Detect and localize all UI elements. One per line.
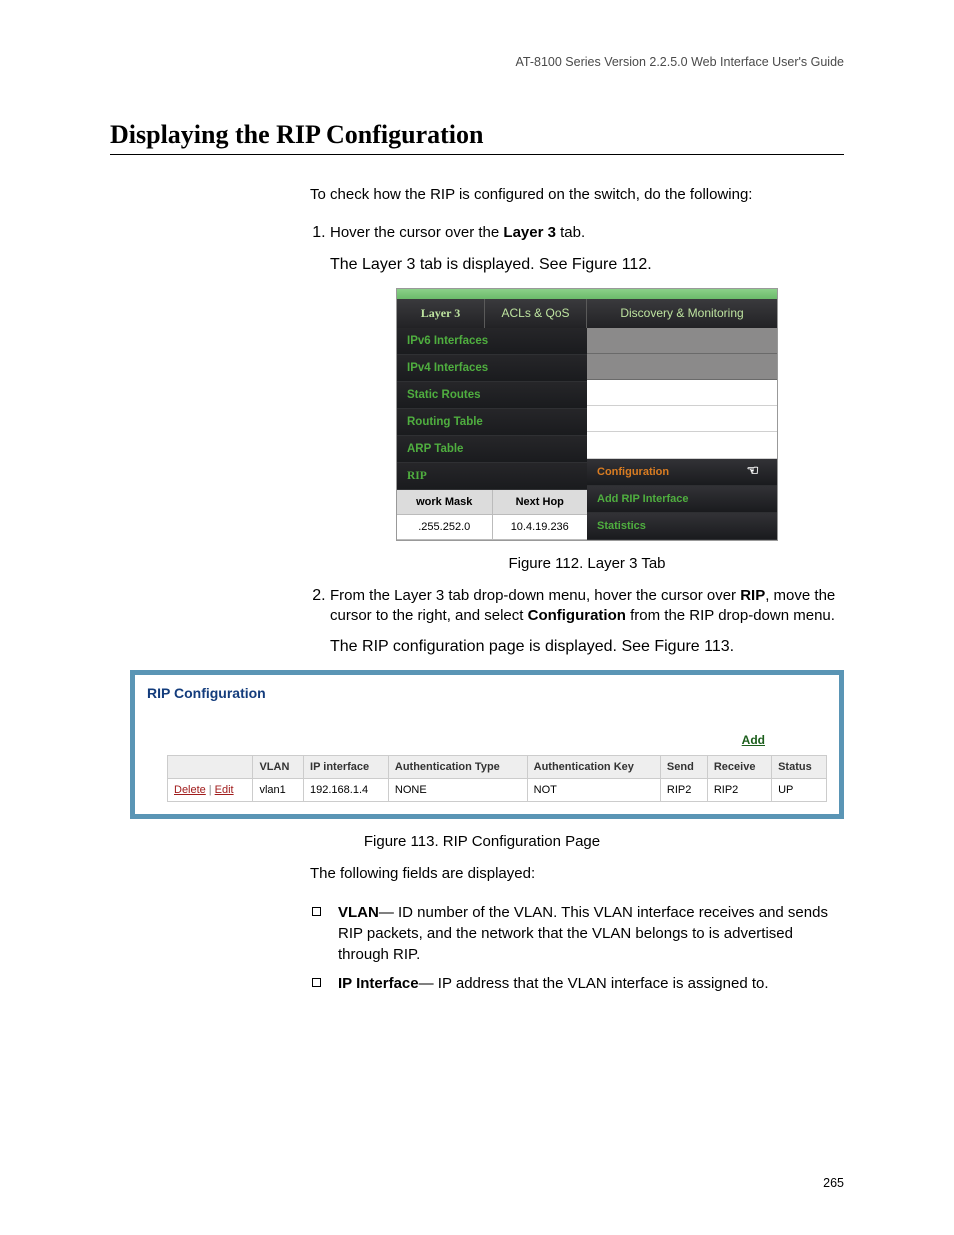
cursor-icon: ☜ (746, 462, 759, 479)
field-vlan-desc: — ID number of the VLAN. This VLAN inter… (338, 904, 828, 963)
following-fields-text: The following fields are displayed: (310, 864, 844, 884)
page-number: 265 (823, 1176, 844, 1190)
col-vlan: VLAN (253, 756, 304, 779)
rip-sub-add-interface[interactable]: Add RIP Interface (587, 486, 777, 513)
menu-ipv4-interfaces[interactable]: IPv4 Interfaces (397, 355, 587, 382)
cell-vlan: vlan1 (253, 779, 304, 802)
cell-status: UP (772, 779, 827, 802)
tab-discovery-monitoring[interactable]: Discovery & Monitoring (587, 299, 777, 328)
action-sep: | (209, 784, 212, 796)
right-panel: Configuration ☜ Add RIP Interface Statis… (587, 328, 777, 540)
menu-routing-table[interactable]: Routing Table (397, 409, 587, 436)
delete-link[interactable]: Delete (174, 784, 206, 796)
figure-112: Layer 3 ACLs & QoS Discovery & Monitorin… (396, 288, 778, 541)
cell-authkey: NOT (527, 779, 660, 802)
step2-c: from the RIP drop-down menu. (626, 607, 835, 624)
decor-green-strip (397, 289, 777, 299)
col-status: Status (772, 756, 827, 779)
menu-static-routes[interactable]: Static Routes (397, 382, 587, 409)
col-receive: Receive (707, 756, 771, 779)
step1-sub: The Layer 3 tab is displayed. See Figure… (330, 256, 844, 274)
section-heading: Displaying the RIP Configuration (110, 120, 844, 150)
col-ip-interface: IP interface (304, 756, 389, 779)
tab-layer3[interactable]: Layer 3 (397, 299, 485, 328)
val-work-mask: .255.252.0 (397, 515, 493, 540)
rip-sub-configuration[interactable]: Configuration ☜ (587, 459, 777, 486)
step1-pre: Hover the cursor over the (330, 224, 503, 241)
add-link[interactable]: Add (742, 733, 765, 747)
field-vlan-label: VLAN (338, 904, 379, 921)
field-ipif-label: IP Interface (338, 975, 419, 992)
heading-rule (110, 154, 844, 155)
val-next-hop: 10.4.19.236 (493, 515, 588, 540)
cell-receive: RIP2 (707, 779, 771, 802)
list-item: VLAN— ID number of the VLAN. This VLAN i… (332, 902, 844, 965)
rip-config-title: RIP Configuration (147, 685, 827, 701)
grey-band-1 (587, 328, 777, 354)
intro-text: To check how the RIP is configured on th… (310, 185, 844, 205)
step2-bold-config: Configuration (528, 607, 626, 624)
doc-guide-title: AT-8100 Series Version 2.2.5.0 Web Inter… (516, 55, 845, 69)
field-ipif-desc: — IP address that the VLAN interface is … (419, 975, 769, 992)
step1-text: Hover the cursor over the Layer 3 tab. (330, 224, 585, 241)
col-auth-key: Authentication Key (527, 756, 660, 779)
col-work-mask: work Mask (397, 490, 493, 515)
list-item: IP Interface— IP address that the VLAN i… (332, 973, 844, 994)
menu-rip[interactable]: RIP (397, 463, 587, 490)
white-band-2 (587, 406, 777, 432)
step1-post: tab. (556, 224, 585, 241)
rip-sub-config-label: Configuration (597, 466, 669, 478)
rip-sub-statistics[interactable]: Statistics (587, 513, 777, 540)
layer3-menu: IPv6 Interfaces IPv4 Interfaces Static R… (397, 328, 587, 540)
step2-sub: The RIP configuration page is displayed.… (330, 638, 844, 656)
grey-band-2 (587, 354, 777, 380)
edit-link[interactable]: Edit (215, 784, 234, 796)
route-header-row: work Mask Next Hop (397, 490, 587, 515)
step2-bold-rip: RIP (740, 587, 765, 604)
col-auth-type: Authentication Type (388, 756, 527, 779)
route-value-row: .255.252.0 10.4.19.236 (397, 515, 587, 540)
tab-acls-qos[interactable]: ACLs & QoS (485, 299, 587, 328)
col-actions (168, 756, 253, 779)
cell-send: RIP2 (660, 779, 707, 802)
col-next-hop: Next Hop (493, 490, 588, 515)
figure-112-caption: Figure 112. Layer 3 Tab (330, 555, 844, 572)
white-band-3 (587, 432, 777, 458)
table-row: Delete|Edit vlan1 192.168.1.4 NONE NOT R… (168, 779, 827, 802)
field-list: VLAN— ID number of the VLAN. This VLAN i… (310, 902, 844, 994)
figure-113-caption: Figure 113. RIP Configuration Page (130, 833, 834, 850)
step2-a: From the Layer 3 tab drop-down menu, hov… (330, 587, 740, 604)
tab-row: Layer 3 ACLs & QoS Discovery & Monitorin… (397, 299, 777, 328)
white-band-1 (587, 380, 777, 406)
menu-ipv6-interfaces[interactable]: IPv6 Interfaces (397, 328, 587, 355)
cell-actions: Delete|Edit (168, 779, 253, 802)
rip-config-table: VLAN IP interface Authentication Type Au… (167, 755, 827, 802)
cell-ip: 192.168.1.4 (304, 779, 389, 802)
cell-authtype: NONE (388, 779, 527, 802)
figure-113: RIP Configuration Add VLAN IP interface … (130, 670, 844, 819)
menu-arp-table[interactable]: ARP Table (397, 436, 587, 463)
step1-bold: Layer 3 (503, 224, 556, 241)
step2-text: From the Layer 3 tab drop-down menu, hov… (330, 587, 835, 624)
col-send: Send (660, 756, 707, 779)
